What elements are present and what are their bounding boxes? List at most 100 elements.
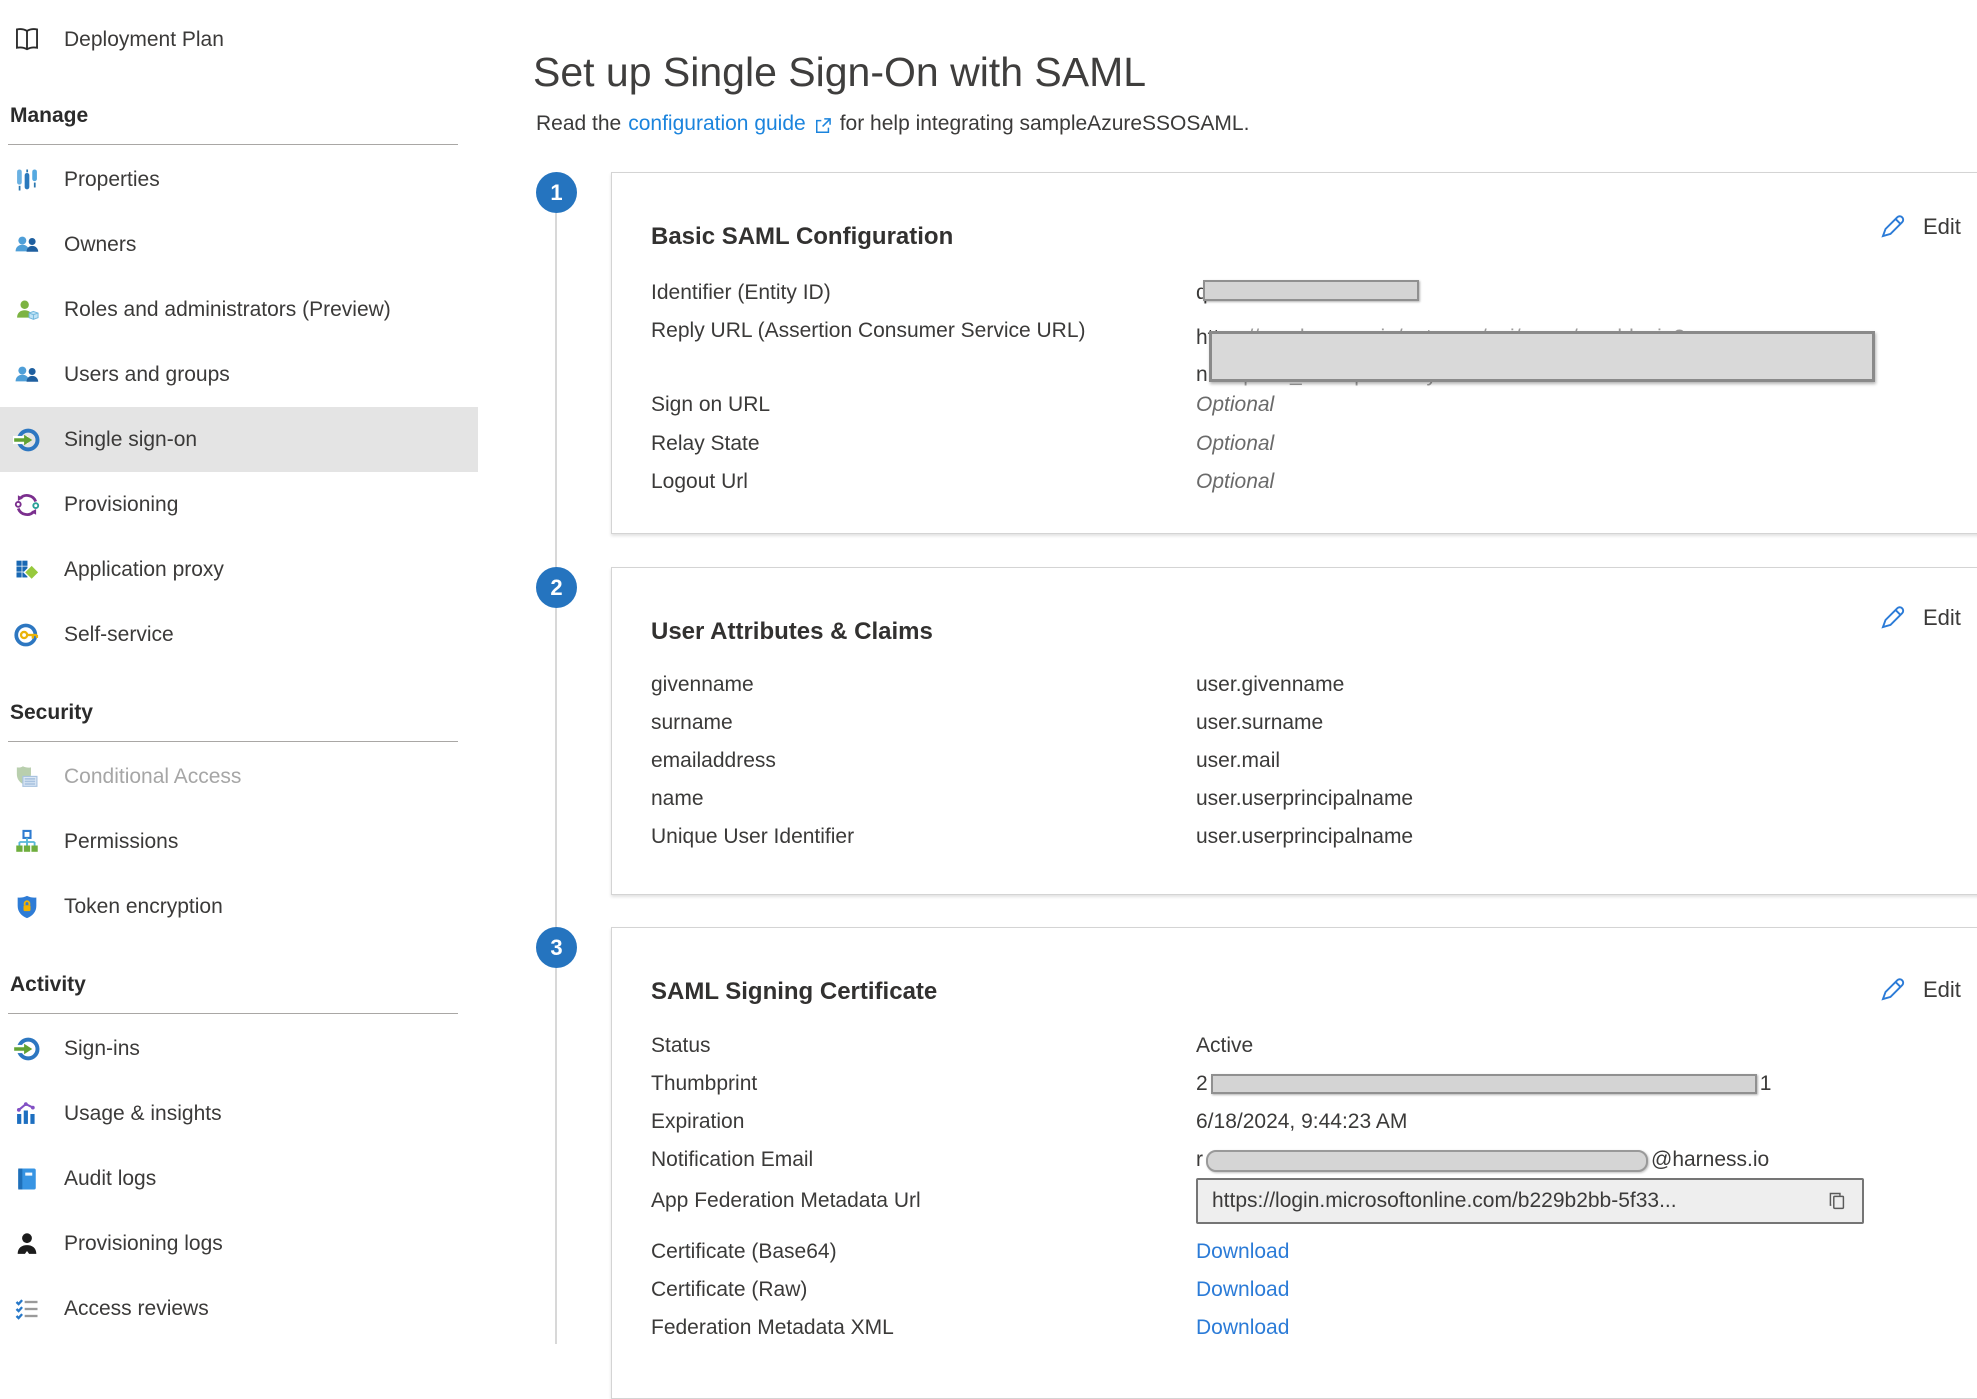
sidebar-item-label: Provisioning <box>64 493 178 517</box>
sidebar-header-manage: Manage <box>0 100 500 132</box>
sidebar-item-audit-logs[interactable]: Audit logs <box>0 1146 500 1211</box>
sign-on-url-label: Sign on URL <box>651 393 770 417</box>
thumbprint-visible-suffix: 1 <box>1760 1072 1772 1096</box>
sidebar-item-label: Sign-ins <box>64 1037 140 1061</box>
org-chart-icon <box>12 827 42 857</box>
claim-value: user.userprincipalname <box>1196 787 1413 811</box>
sidebar-item-properties[interactable]: Properties <box>0 147 500 212</box>
sidebar-group-activity: Sign-ins Usage & insights <box>0 1014 500 1341</box>
claim-row: givenname user.givenname <box>612 673 1977 701</box>
saml-signing-certificate-card: SAML Signing Certificate Edit Status Act… <box>611 927 1977 1399</box>
card-title: SAML Signing Certificate <box>651 978 937 1006</box>
book-icon <box>12 25 42 55</box>
edit-label: Edit <box>1923 605 1961 631</box>
sidebar-item-token-encryption[interactable]: Token encryption <box>0 874 500 939</box>
sidebar-item-deployment-plan[interactable]: Deployment Plan <box>0 10 500 70</box>
reply-url-visible-line2: n <box>1196 363 1208 386</box>
sign-in-arrow-icon <box>12 1034 42 1064</box>
pencil-icon <box>1879 976 1906 1003</box>
download-row: Certificate (Base64) Download <box>612 1240 1977 1268</box>
sidebar-item-conditional-access[interactable]: Conditional Access <box>0 744 500 809</box>
subtitle-suffix: for help integrating sampleAzureSSOSAML. <box>840 112 1250 136</box>
sidebar-item-owners[interactable]: Owners <box>0 212 500 277</box>
sidebar-item-label: Single sign-on <box>64 428 197 452</box>
claim-value: user.mail <box>1196 749 1280 773</box>
sidebar-item-provisioning[interactable]: Provisioning <box>0 472 500 537</box>
claim-value: user.userprincipalname <box>1196 825 1413 849</box>
sidebar-item-label: Owners <box>64 233 136 257</box>
sidebar-item-sign-ins[interactable]: Sign-ins <box>0 1016 500 1081</box>
download-row: Certificate (Raw) Download <box>612 1278 1977 1306</box>
sidebar-item-users-groups[interactable]: Users and groups <box>0 342 500 407</box>
notification-email-label: Notification Email <box>651 1148 813 1172</box>
people-icon <box>12 360 42 390</box>
step-connector-line <box>555 193 557 1344</box>
relay-state-value: Optional <box>1196 432 1274 456</box>
sidebar-header-security: Security <box>0 697 500 729</box>
claim-name: givenname <box>651 673 754 697</box>
email-visible-suffix: @harness.io <box>1651 1148 1769 1172</box>
sidebar-item-permissions[interactable]: Permissions <box>0 809 500 874</box>
sidebar-item-label: Provisioning logs <box>64 1232 223 1256</box>
identifier-redaction-box <box>1203 280 1419 301</box>
sidebar-item-single-sign-on[interactable]: Single sign-on <box>0 407 478 472</box>
claim-row: Unique User Identifier user.userprincipa… <box>612 825 1977 853</box>
pencil-icon <box>1879 604 1906 631</box>
thumbprint-redaction-box <box>1211 1074 1757 1094</box>
thumbprint-label: Thumbprint <box>651 1072 757 1096</box>
role-person-cube-icon <box>12 295 42 325</box>
metadata-url-value: https://login.microsoftonline.com/b229b2… <box>1212 1189 1826 1213</box>
certificate-raw-download-link[interactable]: Download <box>1196 1278 1289 1302</box>
external-link-icon[interactable] <box>813 116 833 136</box>
thumbprint-value: 2 1 <box>1196 1072 1771 1096</box>
claim-row: emailaddress user.mail <box>612 749 1977 777</box>
email-redaction-pill <box>1206 1150 1648 1172</box>
edit-basic-saml-button[interactable]: Edit <box>1879 213 1961 240</box>
edit-certificate-button[interactable]: Edit <box>1879 976 1961 1003</box>
sidebar-item-label: Properties <box>64 168 160 192</box>
status-label: Status <box>651 1034 711 1058</box>
sidebar-item-label: Application proxy <box>64 558 224 582</box>
sidebar-item-label: Permissions <box>64 830 178 854</box>
sidebar-item-label: Token encryption <box>64 895 223 919</box>
sync-arrows-icon <box>12 490 42 520</box>
sidebar-item-provisioning-logs[interactable]: Provisioning logs <box>0 1211 500 1276</box>
notebook-icon <box>12 1164 42 1194</box>
card-title: User Attributes & Claims <box>651 618 933 646</box>
person-silhouette-icon <box>12 1229 42 1259</box>
configuration-guide-link[interactable]: configuration guide <box>628 112 805 136</box>
shield-list-icon <box>12 762 42 792</box>
sidebar-item-self-service[interactable]: Self-service <box>0 602 500 667</box>
copy-icon[interactable] <box>1826 1190 1848 1212</box>
expiration-label: Expiration <box>651 1110 744 1134</box>
claim-name: name <box>651 787 704 811</box>
download-row: Federation Metadata XML Download <box>612 1316 1977 1344</box>
notification-email-value: r @harness.io <box>1196 1148 1769 1172</box>
certificate-base64-download-link[interactable]: Download <box>1196 1240 1289 1264</box>
shield-lock-icon <box>12 892 42 922</box>
card-title: Basic SAML Configuration <box>651 223 953 251</box>
subtitle: Read the configuration guide for help in… <box>536 112 1249 136</box>
claim-name: surname <box>651 711 733 735</box>
sliders-icon <box>12 165 42 195</box>
claim-value: user.surname <box>1196 711 1323 735</box>
sidebar-item-label: Self-service <box>64 623 174 647</box>
certificate-base64-label: Certificate (Base64) <box>651 1240 837 1264</box>
federation-metadata-xml-download-link[interactable]: Download <box>1196 1316 1289 1340</box>
sidebar-item-usage-insights[interactable]: Usage & insights <box>0 1081 500 1146</box>
claim-value: user.givenname <box>1196 673 1344 697</box>
metadata-url-field[interactable]: https://login.microsoftonline.com/b229b2… <box>1196 1178 1864 1224</box>
edit-claims-button[interactable]: Edit <box>1879 604 1961 631</box>
user-attributes-claims-card: User Attributes & Claims Edit givenname … <box>611 567 1977 895</box>
sidebar: Deployment Plan Manage Properties Owners <box>0 0 500 1341</box>
basic-saml-configuration-card: Basic SAML Configuration Edit Identifier… <box>611 172 1977 534</box>
subtitle-prefix: Read the <box>536 112 621 136</box>
sidebar-item-access-reviews[interactable]: Access reviews <box>0 1276 500 1341</box>
identifier-label: Identifier (Entity ID) <box>651 281 831 305</box>
edit-label: Edit <box>1923 214 1961 240</box>
claim-row: surname user.surname <box>612 711 1977 739</box>
sidebar-item-roles-administrators[interactable]: Roles and administrators (Preview) <box>0 277 500 342</box>
sidebar-group-manage: Properties Owners Roles and <box>0 145 500 667</box>
sidebar-item-application-proxy[interactable]: Application proxy <box>0 537 500 602</box>
sidebar-item-label: Roles and administrators (Preview) <box>64 298 391 322</box>
